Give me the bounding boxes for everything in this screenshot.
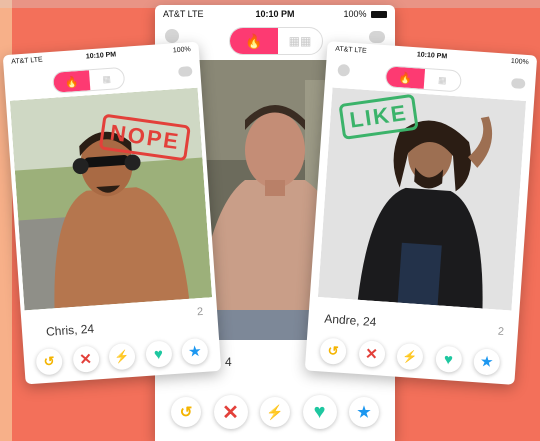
status-bar: AT&T LTE 10:10 PM 100% — [155, 5, 395, 23]
battery-icon — [371, 11, 387, 19]
undo-button[interactable]: ↺ — [35, 347, 64, 376]
mode-toggle[interactable]: 🔥 ▦ — [384, 65, 463, 93]
chat-icon[interactable] — [177, 66, 193, 78]
profile-icon[interactable] — [165, 29, 179, 43]
battery-label: 100% — [343, 9, 367, 19]
left-phone: AT&T LTE 10:10 PM 100% 🔥 ▦ NOPE Chris, 2… — [2, 41, 222, 385]
super-like-button[interactable]: ★ — [180, 337, 209, 366]
boost-button[interactable]: ⚡ — [260, 397, 290, 427]
battery-status: 100% — [343, 9, 387, 19]
discover-tab[interactable]: ▦ — [424, 69, 461, 91]
profile-photo[interactable]: LIKE — [317, 87, 527, 311]
super-like-button[interactable]: ★ — [472, 348, 501, 376]
boost-button[interactable]: ⚡ — [108, 342, 136, 371]
dislike-button[interactable]: ✕ — [213, 395, 248, 429]
undo-button[interactable]: ↺ — [319, 337, 348, 366]
clock-label: 10:10 PM — [416, 51, 448, 61]
chat-icon[interactable] — [369, 31, 385, 43]
battery-label: 100% — [510, 57, 529, 67]
action-buttons: ↺ ✕ ⚡ ♥ ★ — [171, 395, 379, 429]
battery-label: 100% — [172, 46, 192, 55]
discover-tab[interactable]: ▦ — [89, 68, 124, 90]
dislike-button[interactable]: ✕ — [71, 345, 100, 374]
mode-toggle[interactable]: 🔥 ▦▦ — [229, 27, 323, 55]
undo-button[interactable]: ↺ — [171, 397, 201, 427]
boost-button[interactable]: ⚡ — [396, 342, 424, 371]
flame-tab[interactable]: 🔥 — [230, 28, 278, 54]
super-like-button[interactable]: ★ — [349, 397, 379, 427]
action-buttons: ↺ ✕ ⚡ ♥ ★ — [35, 337, 209, 376]
flame-tab[interactable]: 🔥 — [53, 70, 91, 93]
profile-name: Chris, 24 — [45, 321, 95, 339]
flame-tab[interactable]: 🔥 — [385, 66, 426, 89]
photo-count: 4 — [225, 355, 232, 369]
like-button[interactable]: ♥ — [434, 345, 463, 374]
discover-tab[interactable]: ▦▦ — [278, 28, 322, 54]
clock-label: 10:10 PM — [85, 51, 117, 61]
right-phone: AT&T LTE 10:10 PM 100% 🔥 ▦ LIKE Andre, 2… — [304, 41, 538, 385]
chat-icon[interactable] — [510, 77, 526, 89]
action-buttons: ↺ ✕ ⚡ ♥ ★ — [319, 337, 501, 376]
dislike-button[interactable]: ✕ — [357, 340, 386, 368]
like-button[interactable]: ♥ — [302, 395, 337, 429]
profile-photo[interactable]: NOPE — [9, 87, 213, 311]
mode-toggle[interactable]: 🔥 ▦ — [52, 66, 126, 94]
photo-count: 2 — [196, 305, 204, 319]
like-button[interactable]: ♥ — [144, 340, 173, 368]
photo-count: 2 — [497, 325, 505, 339]
profile-icon[interactable] — [337, 63, 351, 77]
profile-name: Andre, 24 — [323, 311, 377, 330]
